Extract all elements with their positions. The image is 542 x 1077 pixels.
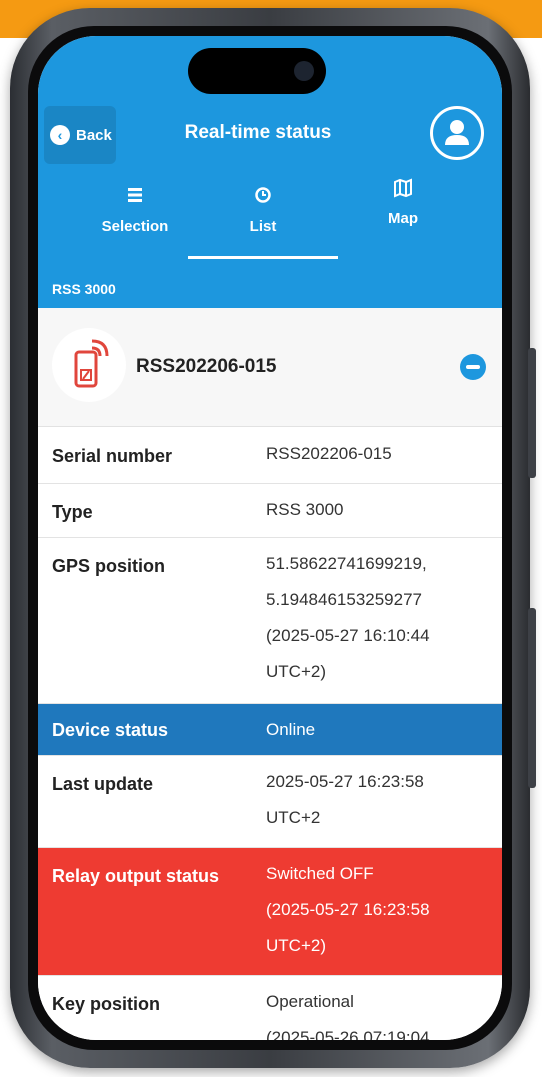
dynamic-island: [188, 48, 326, 94]
side-button-lower: [528, 608, 536, 788]
device-card[interactable]: RSS202206-015: [38, 308, 502, 427]
phone-bezel: ‹ Back Real-time status Selection List M…: [28, 26, 512, 1050]
tab-selection-label: Selection: [101, 218, 169, 235]
row-label: Type: [52, 502, 93, 522]
camera-icon: [294, 61, 314, 81]
tab-bar: Selection List Map: [38, 178, 502, 264]
row-type: Type RSS 3000: [38, 484, 502, 538]
row-value: Online: [266, 720, 316, 739]
row-label: Last update: [52, 774, 154, 794]
tab-list[interactable]: List: [198, 186, 328, 235]
row-label: GPS position: [52, 556, 166, 576]
page-title: Real-time status: [184, 122, 332, 143]
back-label: Back: [76, 126, 112, 144]
user-icon: [445, 120, 469, 145]
row-key-position: Key position Operational (2025-05-26 07:…: [38, 976, 502, 1040]
map-icon: [338, 178, 468, 202]
row-relay-output-status: Relay output status Switched OFF (2025-0…: [38, 848, 502, 976]
row-value: RSS202206-015: [266, 444, 392, 463]
row-label: Device status: [52, 720, 169, 740]
row-value: RSS 3000: [266, 500, 344, 519]
row-label: Serial number: [52, 446, 173, 466]
details-table: Serial number RSS202206-015 Type RSS 300…: [38, 428, 502, 1040]
tab-selection[interactable]: Selection: [70, 186, 200, 235]
tab-list-label: List: [249, 218, 277, 235]
tab-map-label: Map: [388, 210, 418, 227]
active-tab-indicator: [188, 256, 338, 259]
row-device-status: Device status Online: [38, 704, 502, 756]
list-icon: [70, 186, 200, 210]
chevron-left-icon: ‹: [50, 125, 70, 145]
clock-icon: [198, 186, 328, 210]
side-button: [528, 348, 536, 478]
device-name: RSS202206-015: [136, 356, 277, 377]
device-icon-container: [52, 328, 126, 402]
row-value: 2025-05-27 16:23:58 UTC+2: [266, 772, 424, 827]
tab-map[interactable]: Map: [338, 178, 468, 227]
row-label: Relay output status: [52, 866, 220, 886]
row-gps-position: GPS position 51.58622741699219, 5.194846…: [38, 538, 502, 704]
row-serial-number: Serial number RSS202206-015: [38, 428, 502, 484]
collapse-minus-icon[interactable]: [460, 354, 486, 380]
phone-frame: ‹ Back Real-time status Selection List M…: [10, 8, 536, 1068]
app-screen: ‹ Back Real-time status Selection List M…: [38, 36, 502, 1040]
remote-switch-icon: [74, 339, 109, 388]
user-avatar-button[interactable]: [430, 106, 484, 160]
section-label: RSS 3000: [52, 281, 116, 297]
row-value: Operational (2025-05-26 07:19:04 UTC+2): [266, 992, 430, 1040]
row-label: Key position: [52, 994, 161, 1014]
row-last-update: Last update 2025-05-27 16:23:58 UTC+2: [38, 756, 502, 848]
back-button[interactable]: ‹ Back: [44, 106, 116, 164]
row-value: 51.58622741699219, 5.194846153259277 (20…: [266, 554, 430, 681]
row-value: Switched OFF (2025-05-27 16:23:58 UTC+2): [266, 864, 430, 955]
